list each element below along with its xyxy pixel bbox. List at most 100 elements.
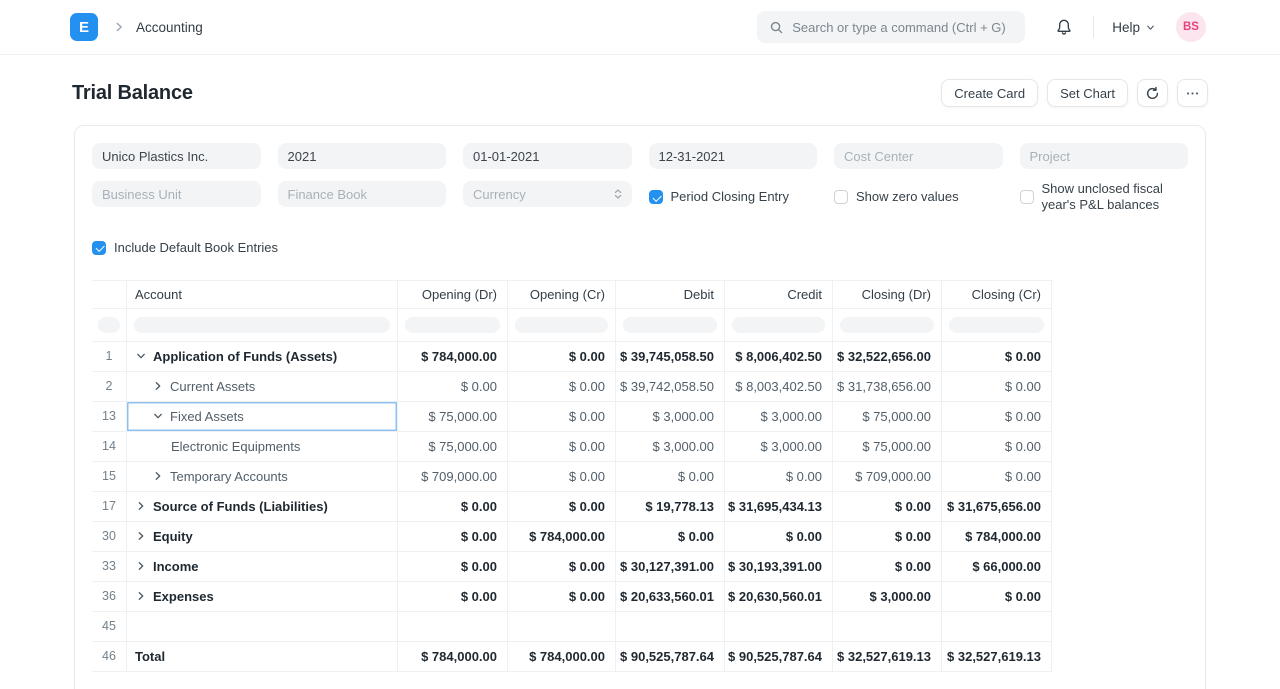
finance-book-filter-input[interactable] xyxy=(278,181,447,207)
value-cell[interactable]: $ 75,000.00 xyxy=(833,402,942,432)
value-cell[interactable]: $ 0.00 xyxy=(942,372,1052,402)
user-avatar[interactable]: BS xyxy=(1176,12,1206,42)
account-cell[interactable]: Source of Funds (Liabilities) xyxy=(127,492,398,522)
value-cell[interactable] xyxy=(942,612,1052,642)
value-cell[interactable]: $ 0.00 xyxy=(508,492,616,522)
to-date-filter-input[interactable] xyxy=(649,143,818,169)
value-cell[interactable]: $ 0.00 xyxy=(942,462,1052,492)
value-cell[interactable]: $ 0.00 xyxy=(398,372,508,402)
account-cell[interactable]: Equity xyxy=(127,522,398,552)
column-filter-input-closing-cr[interactable] xyxy=(949,317,1044,333)
value-cell[interactable]: $ 784,000.00 xyxy=(398,642,508,672)
account-cell[interactable]: Current Assets xyxy=(127,372,398,402)
value-cell[interactable]: $ 0.00 xyxy=(398,552,508,582)
account-cell[interactable]: Expenses xyxy=(127,582,398,612)
value-cell[interactable]: $ 3,000.00 xyxy=(616,402,725,432)
column-filter-input-credit[interactable] xyxy=(732,317,825,333)
value-cell[interactable]: $ 0.00 xyxy=(616,522,725,552)
column-header-credit[interactable]: Credit xyxy=(725,281,833,309)
show-zero-values-checkbox[interactable]: Show zero values xyxy=(834,189,1003,205)
value-cell[interactable]: $ 784,000.00 xyxy=(398,342,508,372)
value-cell[interactable]: $ 20,630,560.01 xyxy=(725,582,833,612)
include-default-book-entries-checkbox[interactable]: Include Default Book Entries xyxy=(92,240,1188,256)
value-cell[interactable]: $ 0.00 xyxy=(508,402,616,432)
column-filter-input-account[interactable] xyxy=(134,317,390,333)
column-header-opening-dr[interactable]: Opening (Dr) xyxy=(398,281,508,309)
chevron-right-icon[interactable] xyxy=(135,500,147,512)
value-cell[interactable]: $ 0.00 xyxy=(942,582,1052,612)
chevron-right-icon[interactable] xyxy=(135,590,147,602)
set-chart-button[interactable]: Set Chart xyxy=(1047,79,1128,107)
currency-select[interactable]: Currency xyxy=(463,181,632,207)
column-filter-input-closing-dr[interactable] xyxy=(840,317,934,333)
chevron-right-icon[interactable] xyxy=(152,380,164,392)
value-cell[interactable]: $ 66,000.00 xyxy=(942,552,1052,582)
value-cell[interactable]: $ 31,695,434.13 xyxy=(725,492,833,522)
column-header-closing-dr[interactable]: Closing (Dr) xyxy=(833,281,942,309)
value-cell[interactable]: $ 8,006,402.50 xyxy=(725,342,833,372)
value-cell[interactable]: $ 0.00 xyxy=(508,552,616,582)
value-cell[interactable]: $ 39,742,058.50 xyxy=(616,372,725,402)
value-cell[interactable]: $ 90,525,787.64 xyxy=(725,642,833,672)
column-header-debit[interactable]: Debit xyxy=(616,281,725,309)
refresh-button[interactable] xyxy=(1137,79,1168,107)
value-cell[interactable]: $ 32,527,619.13 xyxy=(942,642,1052,672)
period-closing-entry-checkbox[interactable]: Period Closing Entry xyxy=(649,189,818,205)
value-cell[interactable]: $ 31,738,656.00 xyxy=(833,372,942,402)
value-cell[interactable]: $ 3,000.00 xyxy=(616,432,725,462)
account-cell[interactable]: Income xyxy=(127,552,398,582)
value-cell[interactable]: $ 0.00 xyxy=(508,582,616,612)
value-cell[interactable]: $ 709,000.00 xyxy=(398,462,508,492)
value-cell[interactable]: $ 19,778.13 xyxy=(616,492,725,522)
column-filter-input-opening-dr[interactable] xyxy=(405,317,500,333)
account-cell[interactable]: Electronic Equipments xyxy=(127,432,398,462)
account-cell[interactable]: Temporary Accounts xyxy=(127,462,398,492)
value-cell[interactable]: $ 32,527,619.13 xyxy=(833,642,942,672)
project-filter-input[interactable] xyxy=(1020,143,1189,169)
value-cell[interactable]: $ 0.00 xyxy=(508,432,616,462)
value-cell[interactable]: $ 0.00 xyxy=(942,342,1052,372)
chevron-right-icon[interactable] xyxy=(135,530,147,542)
account-cell[interactable]: Total xyxy=(127,642,398,672)
value-cell[interactable]: $ 0.00 xyxy=(508,342,616,372)
breadcrumb[interactable]: Accounting xyxy=(136,20,203,35)
value-cell[interactable]: $ 0.00 xyxy=(833,492,942,522)
value-cell[interactable]: $ 784,000.00 xyxy=(508,522,616,552)
value-cell[interactable]: $ 75,000.00 xyxy=(398,402,508,432)
value-cell[interactable]: $ 20,633,560.01 xyxy=(616,582,725,612)
help-menu[interactable]: Help xyxy=(1112,20,1156,35)
value-cell[interactable]: $ 784,000.00 xyxy=(508,642,616,672)
create-card-button[interactable]: Create Card xyxy=(941,79,1038,107)
more-options-button[interactable] xyxy=(1177,79,1208,107)
notifications-bell-icon[interactable] xyxy=(1055,18,1073,36)
value-cell[interactable]: $ 75,000.00 xyxy=(398,432,508,462)
column-filter-input-debit[interactable] xyxy=(623,317,717,333)
cost-center-filter-input[interactable] xyxy=(834,143,1003,169)
chevron-down-icon[interactable] xyxy=(152,410,164,422)
value-cell[interactable]: $ 0.00 xyxy=(508,372,616,402)
column-filter-input-opening-cr[interactable] xyxy=(515,317,608,333)
value-cell[interactable]: $ 3,000.00 xyxy=(833,582,942,612)
from-date-filter-input[interactable] xyxy=(463,143,632,169)
value-cell[interactable]: $ 0.00 xyxy=(616,462,725,492)
business-unit-filter-input[interactable] xyxy=(92,181,261,207)
value-cell[interactable]: $ 3,000.00 xyxy=(725,432,833,462)
value-cell[interactable]: $ 0.00 xyxy=(833,552,942,582)
column-header-closing-cr[interactable]: Closing (Cr) xyxy=(942,281,1052,309)
value-cell[interactable]: $ 0.00 xyxy=(398,522,508,552)
fiscal-year-filter-input[interactable] xyxy=(278,143,447,169)
value-cell[interactable]: $ 8,003,402.50 xyxy=(725,372,833,402)
value-cell[interactable]: $ 39,745,058.50 xyxy=(616,342,725,372)
show-unclosed-pl-checkbox[interactable]: Show unclosed fiscal year's P&L balances xyxy=(1020,181,1189,214)
value-cell[interactable] xyxy=(833,612,942,642)
column-header-opening-cr[interactable]: Opening (Cr) xyxy=(508,281,616,309)
column-header-account[interactable]: Account xyxy=(127,281,398,309)
value-cell[interactable]: $ 0.00 xyxy=(942,402,1052,432)
value-cell[interactable]: $ 0.00 xyxy=(398,582,508,612)
account-cell[interactable]: Application of Funds (Assets) xyxy=(127,342,398,372)
company-filter-input[interactable] xyxy=(92,143,261,169)
value-cell[interactable]: $ 0.00 xyxy=(942,432,1052,462)
value-cell[interactable] xyxy=(398,612,508,642)
value-cell[interactable]: $ 0.00 xyxy=(725,522,833,552)
value-cell[interactable]: $ 0.00 xyxy=(725,462,833,492)
